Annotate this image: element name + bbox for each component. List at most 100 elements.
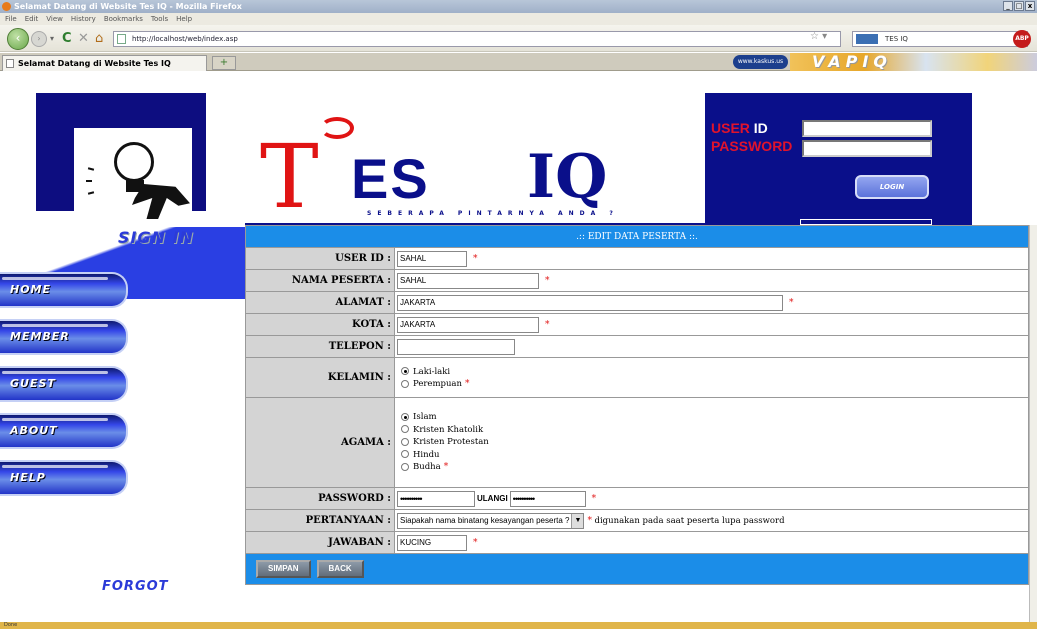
search-text: TES IQ (885, 35, 908, 43)
nav-home-button[interactable]: HOME (0, 272, 128, 308)
url-text: http://localhost/web/index.asp (132, 35, 238, 43)
jawaban-label: JAWABAN : (245, 531, 395, 554)
search-engine-icon[interactable] (856, 34, 878, 44)
user-id-input[interactable]: SAHAL (397, 250, 467, 267)
radio-hindu[interactable]: Hindu (401, 449, 1028, 462)
nav-help-button[interactable]: HELP (0, 460, 128, 496)
site-header: T ES IQ SEBERAPA PINTARNYA ANDA ? USER I… (245, 93, 972, 225)
menu-bar: File Edit View History Bookmarks Tools H… (0, 13, 1037, 25)
stop-icon[interactable]: ✕ (78, 25, 89, 52)
status-text: Done (4, 622, 18, 628)
required-mark: * (591, 493, 597, 504)
kaskus-bookmark[interactable]: www.kaskus.us (733, 55, 788, 69)
window-titlebar: Selamat Datang di Website Tes IQ - Mozil… (0, 0, 1037, 13)
radio-unchecked-icon (401, 379, 409, 388)
logo-es: ES (351, 147, 430, 210)
menu-help[interactable]: Help (176, 13, 192, 25)
man-figure-icon (132, 184, 190, 219)
window-title: Selamat Datang di Website Tes IQ - Mozil… (14, 2, 242, 11)
form-title: .:: EDIT DATA PESERTA ::. (245, 225, 1029, 248)
status-bar: Done (0, 622, 1037, 629)
address-bar[interactable]: http://localhost/web/index.asp (113, 31, 841, 47)
alamat-input[interactable]: JAKARTA (397, 294, 783, 311)
search-box[interactable]: TES IQ ⚲ (852, 31, 1028, 47)
menu-view[interactable]: View (46, 13, 63, 25)
firefox-icon (2, 2, 11, 11)
menu-file[interactable]: File (5, 13, 17, 25)
radio-unchecked-icon (401, 462, 409, 471)
simpan-button[interactable]: SIMPAN (256, 560, 311, 578)
tab-page-icon (6, 59, 14, 68)
left-sidebar: SIGN IN HOME MEMBER GUEST ABOUT HELP FOR… (0, 71, 245, 622)
tab-active[interactable]: Selamat Datang di Website Tes IQ (2, 55, 207, 71)
home-icon[interactable]: ⌂ (95, 25, 103, 52)
radio-unchecked-icon (401, 437, 409, 446)
password-label: PASSWORD : (245, 487, 395, 510)
ulangi-password-input[interactable]: •••••••••• (509, 490, 586, 507)
forgot-link[interactable]: FORGOT (102, 579, 169, 594)
menu-edit[interactable]: Edit (25, 13, 39, 25)
signin-label: SIGN IN (118, 228, 194, 247)
password-input[interactable]: •••••••••• (397, 490, 475, 507)
pertanyaan-select[interactable]: Siapakah nama binatang kesayangan pesert… (397, 512, 585, 529)
radio-checked-icon (401, 367, 409, 375)
required-mark: * (587, 515, 592, 526)
telepon-input[interactable] (397, 338, 515, 355)
logo-t: T (260, 125, 319, 228)
back-button[interactable]: ‹ (7, 28, 29, 50)
login-user-input[interactable] (802, 120, 932, 137)
logo-area: T ES IQ SEBERAPA PINTARNYA ANDA ? (245, 93, 705, 223)
form-actions: SIMPAN BACK (245, 553, 1029, 585)
radio-unchecked-icon (401, 425, 409, 434)
close-button[interactable]: x (1025, 1, 1035, 11)
radio-kristen-protestan[interactable]: Kristen Protestan (401, 436, 1028, 449)
jawaban-input[interactable]: KUCING (397, 534, 467, 551)
kota-input[interactable]: JAKARTA (397, 316, 539, 333)
bookmark-star-icon[interactable]: ☆ ▾ (810, 31, 827, 42)
logo-swirl (320, 117, 354, 139)
radio-islam[interactable]: Islam (401, 411, 1028, 424)
ulangi-label: ULANGI (477, 493, 508, 503)
tab-label: Selamat Datang di Website Tes IQ (18, 59, 171, 68)
required-mark: * (789, 297, 794, 308)
new-tab-button[interactable]: + (212, 56, 236, 70)
menu-tools[interactable]: Tools (151, 13, 168, 25)
maximize-button[interactable]: □ (1014, 1, 1024, 11)
nama-input[interactable]: SAHAL (397, 272, 539, 289)
login-password-label: PASSWORD (711, 138, 793, 154)
back-form-button[interactable]: BACK (316, 560, 364, 578)
toolbar-banner: VAPIQ (790, 53, 1037, 71)
vertical-scrollbar[interactable] (1029, 225, 1037, 622)
login-user-label: USER ID (711, 120, 768, 136)
window-controls: _ □ x (1003, 1, 1035, 11)
logo-iq: IQ (527, 142, 608, 212)
nama-label: NAMA PESERTA : (245, 269, 395, 292)
kelamin-label: KELAMIN : (245, 357, 395, 398)
forward-button[interactable]: › (31, 31, 47, 47)
menu-bookmarks[interactable]: Bookmarks (104, 13, 143, 25)
radio-checked-icon (401, 412, 409, 421)
nav-about-button[interactable]: ABOUT (0, 413, 128, 449)
radio-kristen-khatolik[interactable]: Kristen Khatolik (401, 424, 1028, 437)
reload-icon[interactable]: C (62, 25, 72, 52)
kota-label: KOTA : (245, 313, 395, 336)
required-mark: * (473, 537, 478, 548)
user-id-label: USER ID : (245, 247, 395, 270)
login-password-input[interactable] (802, 140, 932, 157)
nav-guest-button[interactable]: GUEST (0, 366, 128, 402)
history-dropdown-icon[interactable]: ▾ (50, 25, 54, 52)
telepon-label: TELEPON : (245, 335, 395, 358)
adblock-icon[interactable]: ABP (1013, 30, 1031, 48)
nav-member-button[interactable]: MEMBER (0, 319, 128, 355)
radio-laki-laki[interactable]: Laki-laki (401, 366, 1028, 379)
minimize-button[interactable]: _ (1003, 1, 1013, 11)
login-button[interactable]: LOGIN (855, 175, 929, 199)
logo-box (36, 93, 206, 223)
radio-budha[interactable]: Budha * (401, 461, 1028, 474)
required-mark: * (545, 275, 550, 286)
radio-unchecked-icon (401, 450, 409, 459)
lightbulb-icon (114, 142, 154, 182)
menu-history[interactable]: History (71, 13, 96, 25)
navigation-toolbar: ‹ › ▾ C ✕ ⌂ http://localhost/web/index.a… (0, 25, 1037, 52)
radio-perempuan[interactable]: Perempuan * (401, 378, 1028, 391)
